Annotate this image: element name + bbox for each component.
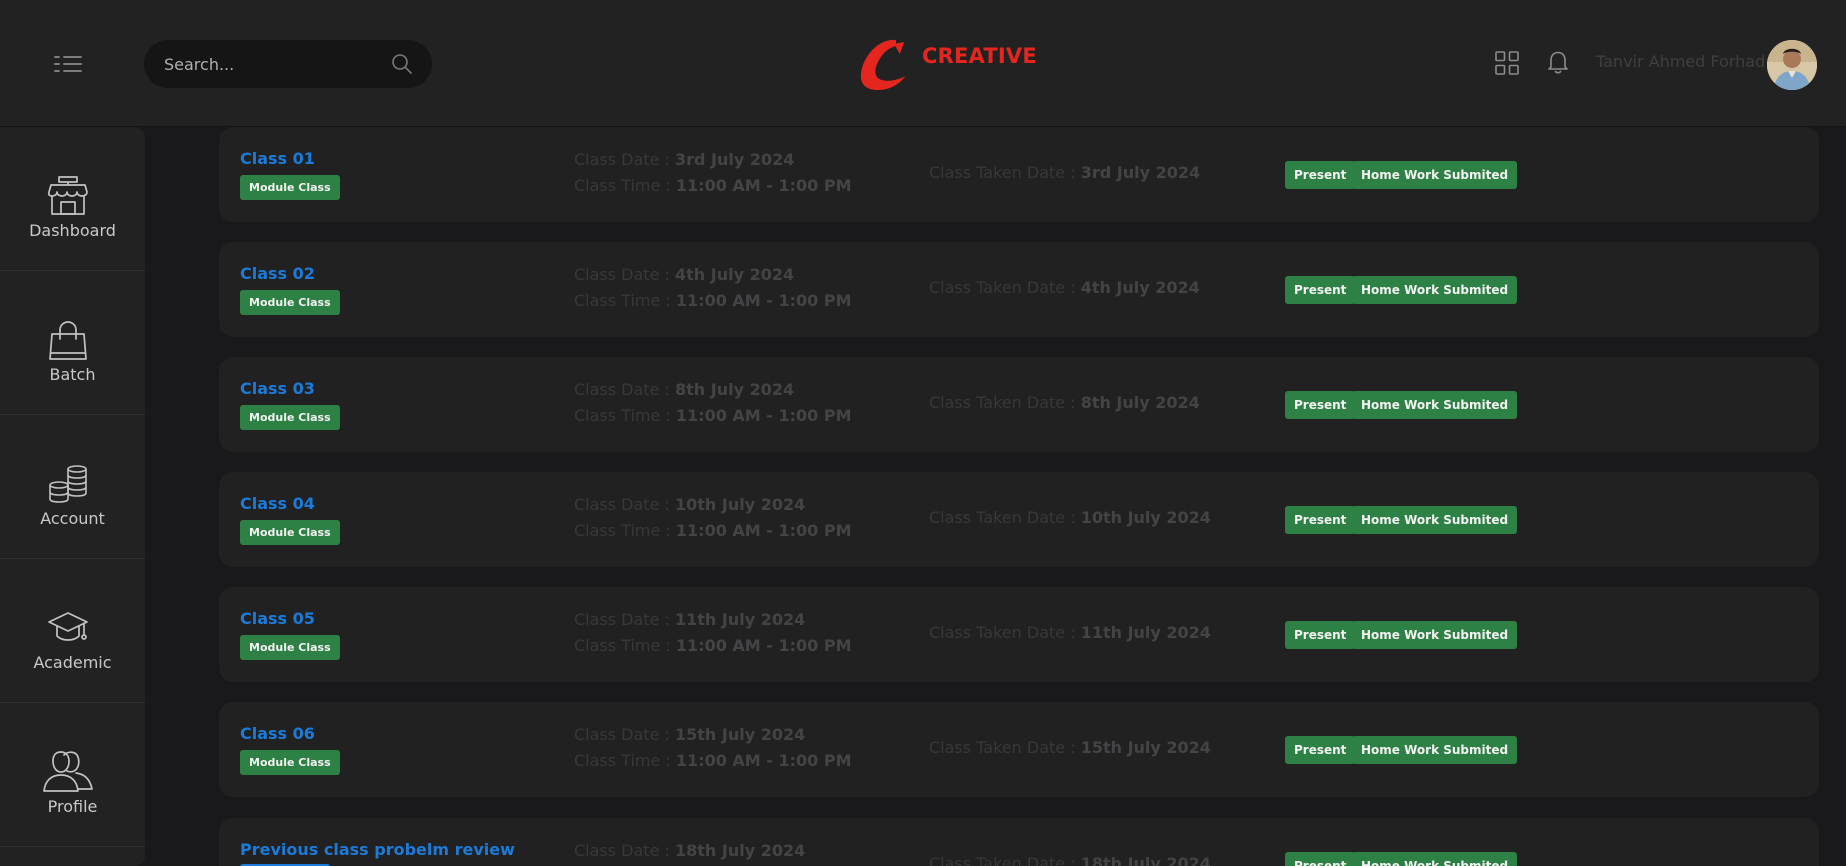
user-photo-icon bbox=[1767, 40, 1817, 90]
search-input[interactable] bbox=[162, 40, 372, 88]
class-time: Class Time : 11:00 AM - 1:00 PM bbox=[574, 406, 852, 425]
present-badge: Present bbox=[1285, 506, 1356, 534]
class-date: Class Date : 15th July 2024 bbox=[574, 725, 806, 744]
menu-toggle-button[interactable] bbox=[52, 52, 84, 76]
sidebar-item-label: Academic bbox=[33, 653, 112, 672]
sidebar-item-academic[interactable]: Academic bbox=[0, 559, 145, 703]
sidebar-item-account[interactable]: Account bbox=[0, 415, 145, 559]
module-class-badge: Module Class bbox=[240, 290, 340, 315]
present-badge: Present bbox=[1285, 852, 1356, 866]
class-date: Class Date : 3rd July 2024 bbox=[574, 150, 795, 169]
search-icon bbox=[392, 54, 412, 74]
homework-submitted-badge: Home Work Submited bbox=[1352, 506, 1518, 534]
class-card[interactable]: Class 06 Module Class Class Date : 15th … bbox=[219, 702, 1819, 797]
class-date: Class Date : 4th July 2024 bbox=[574, 265, 795, 284]
present-badge: Present bbox=[1285, 161, 1356, 189]
sidebar-item-label: Dashboard bbox=[29, 221, 116, 240]
module-class-badge: Module Class bbox=[240, 175, 340, 200]
class-date: Class Date : 11th July 2024 bbox=[574, 610, 806, 629]
sidebar-item-dashboard[interactable]: Dashboard bbox=[0, 127, 145, 271]
class-date: Class Date : 18th July 2024 bbox=[574, 841, 806, 860]
homework-submitted-badge: Home Work Submited bbox=[1352, 621, 1518, 649]
class-card[interactable]: Class 01 Module Class Class Date : 3rd J… bbox=[219, 127, 1819, 222]
search-button[interactable] bbox=[390, 52, 414, 76]
class-card[interactable]: Class 02 Module Class Class Date : 4th J… bbox=[219, 242, 1819, 337]
graduation-cap-icon bbox=[48, 612, 88, 641]
class-time: Class Time : 11:00 AM - 1:00 PM bbox=[574, 636, 852, 655]
class-taken-date: Class Taken Date : 11th July 2024 bbox=[929, 623, 1211, 642]
class-title-link[interactable]: Class 01 bbox=[240, 149, 315, 168]
coins-icon bbox=[49, 465, 87, 503]
sidebar-item-batch[interactable]: Batch bbox=[0, 271, 145, 415]
sidebar-item-profile[interactable]: Profile bbox=[0, 703, 145, 847]
class-taken-date: Class Taken Date : 15th July 2024 bbox=[929, 738, 1211, 757]
sidebar-item-label: Account bbox=[40, 509, 105, 528]
search-bar bbox=[144, 40, 432, 88]
class-taken-date: Class Taken Date : 8th July 2024 bbox=[929, 393, 1200, 412]
class-taken-date: Class Taken Date : 3rd July 2024 bbox=[929, 163, 1201, 182]
class-title-link[interactable]: Previous class probelm review bbox=[240, 840, 515, 859]
sidebar-item-label: Batch bbox=[49, 365, 96, 384]
bell-icon bbox=[1548, 51, 1568, 74]
class-time: Class Time : 11:00 AM - 1:00 PM bbox=[574, 521, 852, 540]
homework-submitted-badge: Home Work Submited bbox=[1352, 852, 1518, 866]
avatar[interactable] bbox=[1767, 40, 1817, 90]
class-card[interactable]: Class 03 Module Class Class Date : 8th J… bbox=[219, 357, 1819, 452]
module-class-badge: Module Class bbox=[240, 750, 340, 775]
class-taken-date: Class Taken Date : 18th July 2024 bbox=[929, 854, 1211, 866]
grid-icon bbox=[1495, 51, 1519, 75]
class-date: Class Date : 8th July 2024 bbox=[574, 380, 795, 399]
class-time: Class Time : 11:00 AM - 1:00 PM bbox=[574, 176, 852, 195]
class-title-link[interactable]: Class 06 bbox=[240, 724, 315, 743]
present-badge: Present bbox=[1285, 736, 1356, 764]
bag-icon bbox=[49, 321, 87, 360]
module-class-badge: Module Class bbox=[240, 520, 340, 545]
class-title-link[interactable]: Class 03 bbox=[240, 379, 315, 398]
class-card[interactable]: Class 05 Module Class Class Date : 11th … bbox=[219, 587, 1819, 682]
homework-submitted-badge: Home Work Submited bbox=[1352, 276, 1518, 304]
users-icon bbox=[43, 751, 93, 792]
class-date: Class Date : 10th July 2024 bbox=[574, 495, 806, 514]
class-time: Class Time : 11:00 AM - 1:00 PM bbox=[574, 291, 852, 310]
present-badge: Present bbox=[1285, 621, 1356, 649]
homework-submitted-badge: Home Work Submited bbox=[1352, 736, 1518, 764]
class-taken-date: Class Taken Date : 10th July 2024 bbox=[929, 508, 1211, 527]
class-title-link[interactable]: Class 02 bbox=[240, 264, 315, 283]
list-menu-icon bbox=[54, 56, 82, 72]
class-title-link[interactable]: Class 04 bbox=[240, 494, 315, 513]
sidebar-item-label: Profile bbox=[47, 797, 98, 816]
class-time: Class Time : 11:00 AM - 1:00 PM bbox=[574, 751, 852, 770]
class-card[interactable]: Class 04 Module Class Class Date : 10th … bbox=[219, 472, 1819, 567]
user-name[interactable]: Tanvir Ahmed Forhad bbox=[1596, 52, 1765, 71]
homework-submitted-badge: Home Work Submited bbox=[1352, 391, 1518, 419]
brand-logo[interactable]: CREATIVE bbox=[858, 36, 1048, 92]
brand-name: CREATIVE bbox=[922, 44, 1037, 68]
present-badge: Present bbox=[1285, 391, 1356, 419]
notifications-button[interactable] bbox=[1546, 49, 1570, 75]
class-taken-date: Class Taken Date : 4th July 2024 bbox=[929, 278, 1200, 297]
store-icon bbox=[47, 176, 88, 215]
module-class-badge: Module Class bbox=[240, 405, 340, 430]
class-card[interactable]: Previous class probelm review Class Date… bbox=[219, 818, 1819, 866]
apps-button[interactable] bbox=[1494, 50, 1520, 76]
module-class-badge: Module Class bbox=[240, 635, 340, 660]
class-title-link[interactable]: Class 05 bbox=[240, 609, 315, 628]
present-badge: Present bbox=[1285, 276, 1356, 304]
sidebar: Dashboard Batch Account Academic Profile bbox=[0, 127, 145, 866]
homework-submitted-badge: Home Work Submited bbox=[1352, 161, 1518, 189]
logo-mark-icon bbox=[860, 39, 906, 90]
top-header: CREATIVE Tanvir Ahmed Forhad bbox=[0, 0, 1846, 127]
